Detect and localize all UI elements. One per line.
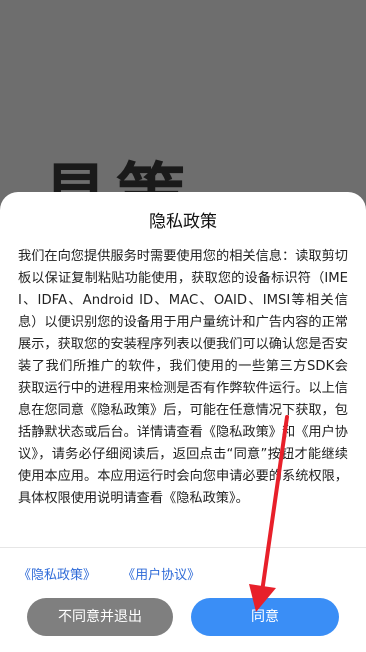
dialog-title: 隐私政策 bbox=[149, 212, 217, 232]
policy-text-scroll-area[interactable]: 我们在向您提供服务时需要使用您的相关信息：读取剪切板以保证复制粘贴功能使用，获取… bbox=[18, 246, 348, 546]
policy-text: 我们在向您提供服务时需要使用您的相关信息：读取剪切板以保证复制粘贴功能使用，获取… bbox=[18, 249, 348, 506]
divider bbox=[0, 547, 366, 548]
privacy-policy-link[interactable]: 《隐私政策》 bbox=[18, 564, 96, 583]
agree-button[interactable]: 同意 bbox=[191, 598, 339, 636]
privacy-policy-dialog: 隐私政策 我们在向您提供服务时需要使用您的相关信息：读取剪切板以保证复制粘贴功能… bbox=[0, 192, 366, 652]
policy-links: 《隐私政策》 《用户协议》 bbox=[18, 564, 222, 583]
decline-and-exit-button[interactable]: 不同意并退出 bbox=[27, 598, 173, 636]
app-screen: 具策 隐私政策 我们在向您提供服务时需要使用您的相关信息：读取剪切板以保证复制粘… bbox=[0, 0, 366, 652]
user-agreement-link[interactable]: 《用户协议》 bbox=[122, 564, 200, 583]
